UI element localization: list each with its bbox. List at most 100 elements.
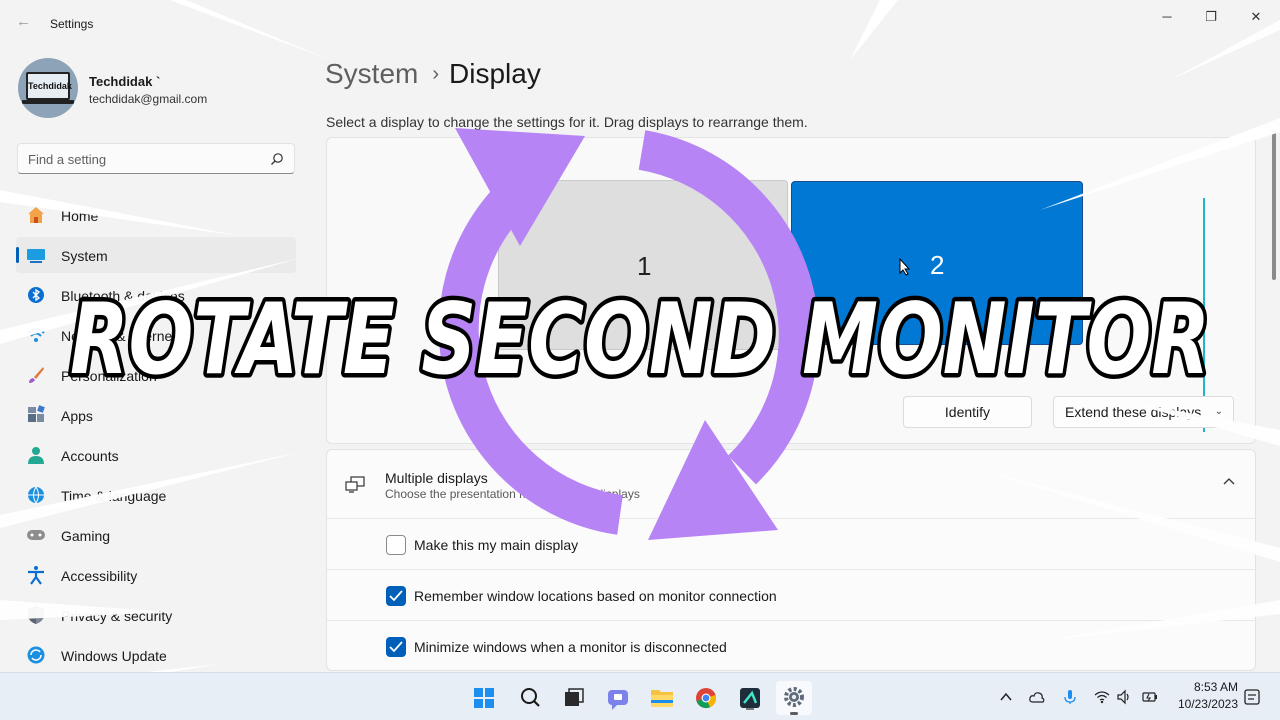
option-row: Make this my main display bbox=[327, 519, 1255, 570]
option-row: Remember window locations based on monit… bbox=[327, 570, 1255, 621]
file-explorer-button[interactable] bbox=[644, 681, 680, 715]
bluetooth-icon bbox=[28, 287, 44, 303]
avatar-laptop-base bbox=[22, 100, 74, 104]
checkmark-icon bbox=[389, 641, 403, 653]
brush-icon bbox=[29, 367, 44, 383]
terminal-app-icon bbox=[740, 688, 760, 710]
task-view-icon bbox=[565, 688, 584, 706]
sidebar-item-label: Gaming bbox=[61, 528, 111, 544]
folder-icon bbox=[651, 690, 673, 707]
app-launcher-button[interactable] bbox=[732, 681, 768, 715]
display-arrangement-panel: 1 2 Identify Extend these displays ⌄ bbox=[326, 137, 1256, 444]
breadcrumb-parent[interactable]: System bbox=[325, 58, 418, 89]
monitor-2-tile[interactable]: 2 bbox=[791, 181, 1083, 345]
chevron-down-icon: ⌄ bbox=[1214, 406, 1223, 417]
search-icon[interactable] bbox=[270, 152, 284, 166]
sidebar-item-label: Accessibility bbox=[61, 568, 138, 584]
sidebar-item-apps[interactable]: Apps bbox=[16, 397, 296, 433]
sidebar-item-accessibility[interactable]: Accessibility bbox=[16, 557, 296, 593]
identify-button[interactable]: Identify bbox=[903, 396, 1032, 428]
display-mode-value: Extend these displays bbox=[1065, 404, 1202, 420]
monitor-1-tile[interactable]: 1 bbox=[498, 180, 788, 350]
taskbar-clock-time[interactable]: 8:53 AM bbox=[1190, 680, 1238, 694]
microphone-icon[interactable] bbox=[1062, 689, 1078, 705]
update-icon bbox=[27, 646, 45, 664]
sidebar-item-time-language[interactable]: Time & language bbox=[16, 477, 296, 513]
globe-icon bbox=[28, 486, 44, 504]
person-icon bbox=[28, 447, 44, 464]
taskbar-search-button[interactable] bbox=[512, 681, 548, 715]
start-button[interactable] bbox=[466, 681, 502, 715]
gamepad-icon bbox=[27, 530, 45, 540]
home-icon bbox=[28, 207, 44, 223]
wifi-icon[interactable] bbox=[1094, 689, 1110, 705]
teams-button[interactable] bbox=[600, 681, 636, 715]
sidebar-item-home[interactable]: Home bbox=[16, 197, 296, 233]
windows-logo-icon bbox=[474, 688, 494, 708]
monitor-number: 1 bbox=[637, 251, 652, 281]
back-arrow-icon[interactable]: ← bbox=[16, 14, 32, 30]
multiple-displays-icon bbox=[345, 476, 365, 493]
sidebar-item-network[interactable]: Network & internet bbox=[16, 317, 296, 353]
settings-taskbar-button[interactable] bbox=[776, 681, 812, 715]
chevron-up-icon[interactable] bbox=[1223, 476, 1235, 488]
search-input[interactable] bbox=[28, 150, 258, 168]
maximize-button[interactable]: ❐ bbox=[1196, 6, 1226, 28]
multiple-displays-header[interactable]: Multiple displays Choose the presentatio… bbox=[327, 450, 1255, 519]
option-label: Minimize windows when a monitor is disco… bbox=[414, 639, 727, 655]
sidebar-item-label: Home bbox=[61, 208, 99, 224]
checkmark-icon bbox=[389, 590, 403, 602]
minimize-windows-checkbox[interactable] bbox=[386, 637, 406, 657]
active-app-indicator bbox=[790, 712, 798, 715]
option-row: Minimize windows when a monitor is disco… bbox=[327, 621, 1255, 670]
close-button[interactable]: ✕ bbox=[1241, 6, 1271, 28]
cloud-icon[interactable] bbox=[1029, 689, 1045, 705]
multiple-displays-description: Choose the presentation mode for your di… bbox=[385, 487, 640, 501]
page-subtitle: Select a display to change the settings … bbox=[326, 114, 808, 130]
mouse-cursor-icon bbox=[899, 258, 911, 276]
gear-icon bbox=[784, 687, 804, 707]
page-title: Display bbox=[449, 58, 541, 89]
apps-icon bbox=[28, 405, 45, 422]
sidebar-item-gaming[interactable]: Gaming bbox=[16, 517, 296, 553]
wifi-icon bbox=[27, 328, 45, 342]
sidebar-item-label: Personalization bbox=[61, 368, 157, 384]
sidebar-item-label: Apps bbox=[61, 408, 93, 424]
scrollbar[interactable] bbox=[1272, 130, 1276, 280]
remember-locations-checkbox[interactable] bbox=[386, 586, 406, 606]
sidebar-item-bluetooth[interactable]: Bluetooth & devices bbox=[16, 277, 296, 313]
multiple-displays-card: Multiple displays Choose the presentatio… bbox=[326, 449, 1256, 671]
minimize-button[interactable]: ─ bbox=[1152, 6, 1182, 28]
sidebar-item-system[interactable]: System bbox=[16, 237, 296, 273]
multiple-displays-title: Multiple displays bbox=[385, 470, 488, 486]
sidebar-item-label: Windows Update bbox=[61, 648, 167, 664]
volume-icon[interactable] bbox=[1116, 689, 1132, 705]
sidebar-item-privacy[interactable]: Privacy & security bbox=[16, 597, 296, 633]
sidebar-item-label: Time & language bbox=[61, 488, 167, 504]
option-label: Remember window locations based on monit… bbox=[414, 588, 777, 604]
main-display-checkbox[interactable] bbox=[386, 535, 406, 555]
sidebar-item-windows-update[interactable]: Windows Update bbox=[16, 637, 296, 673]
sidebar-item-personalization[interactable]: Personalization bbox=[16, 357, 296, 393]
sidebar-item-label: Privacy & security bbox=[61, 608, 173, 624]
profile-email: techdidak@gmail.com bbox=[89, 92, 208, 106]
app-title: Settings bbox=[50, 17, 94, 31]
sidebar-item-label: Network & internet bbox=[61, 328, 177, 344]
sidebar-item-label: System bbox=[61, 248, 108, 264]
taskbar-clock-date[interactable]: 10/23/2023 bbox=[1172, 697, 1238, 711]
breadcrumb-separator: › bbox=[432, 63, 440, 85]
notification-icon[interactable] bbox=[1244, 689, 1260, 705]
chrome-button[interactable] bbox=[688, 681, 724, 715]
chrome-icon bbox=[696, 688, 717, 709]
teams-chat-icon bbox=[608, 690, 628, 710]
sidebar-item-accounts[interactable]: Accounts bbox=[16, 437, 296, 473]
display-mode-dropdown[interactable]: Extend these displays ⌄ bbox=[1053, 396, 1234, 428]
avatar[interactable]: Techdidak bbox=[18, 58, 78, 118]
battery-icon[interactable] bbox=[1142, 689, 1158, 705]
chevron-up-icon[interactable] bbox=[998, 689, 1014, 705]
search-box[interactable] bbox=[17, 143, 295, 174]
option-label: Make this my main display bbox=[414, 537, 579, 553]
search-icon bbox=[521, 688, 540, 707]
task-view-button[interactable] bbox=[556, 681, 592, 715]
avatar-logo-text: Techdidak bbox=[26, 72, 72, 100]
